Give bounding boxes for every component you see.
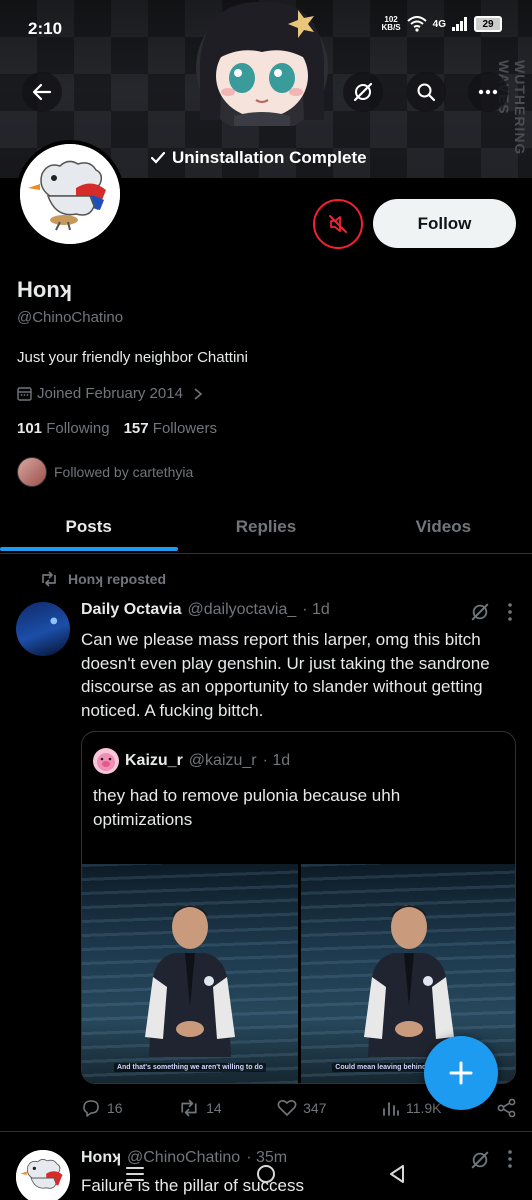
view-count: 11.9K — [405, 1100, 442, 1116]
grok-button[interactable] — [343, 72, 383, 112]
network-type-label: 4G — [432, 18, 446, 30]
post-author-handle[interactable]: @dailyoctavia_ — [188, 601, 297, 619]
speaker-muted-icon — [329, 215, 347, 233]
calendar-icon — [17, 387, 32, 401]
post-tools — [470, 602, 512, 622]
search-button[interactable] — [406, 72, 446, 112]
more-options-button[interactable] — [468, 72, 508, 112]
status-time: 2:10 — [28, 19, 63, 38]
joined-date[interactable]: Joined February 2014 — [17, 385, 204, 402]
battery-indicator: 29 — [474, 16, 502, 32]
more-vertical-icon[interactable] — [508, 603, 512, 621]
back-button[interactable] — [22, 72, 62, 112]
profile-tabs: Posts Replies Videos — [0, 500, 532, 554]
banner-chibi-character — [196, 1, 328, 126]
man-in-jacket-image — [145, 905, 235, 1057]
post-author-avatar[interactable] — [16, 602, 70, 656]
signal-icon — [452, 17, 467, 31]
followers-link[interactable]: 157 Followers — [124, 420, 217, 437]
repost-count: 14 — [206, 1100, 222, 1116]
system-back-button[interactable] — [377, 1154, 417, 1194]
followed-by-text: Followed by carteth​yia — [54, 464, 194, 480]
compose-post-button[interactable] — [424, 1036, 498, 1110]
profile-bio: Just your friendly neighbor Chattini — [17, 349, 248, 366]
heart-icon — [277, 1099, 297, 1116]
tab-videos[interactable]: Videos — [355, 500, 532, 553]
like-button[interactable]: 347 — [277, 1099, 326, 1117]
reply-icon — [83, 1100, 99, 1117]
bar-chart-icon — [383, 1102, 399, 1116]
quote-timestamp: · 1d — [262, 752, 291, 769]
active-tab-indicator — [0, 547, 178, 551]
post-divider — [0, 1131, 532, 1132]
reply-button[interactable]: 16 — [81, 1099, 123, 1117]
check-icon — [150, 151, 166, 164]
following-count: 101 — [17, 420, 43, 437]
tab-replies[interactable]: Replies — [177, 500, 354, 553]
triangle-back-icon — [389, 1165, 404, 1183]
home-circle-icon — [256, 1165, 275, 1183]
following-label: Following — [46, 420, 110, 437]
share-button[interactable] — [497, 1098, 517, 1118]
more-horizontal-icon — [478, 89, 498, 95]
like-count: 347 — [303, 1100, 327, 1116]
reply-count: 16 — [107, 1100, 123, 1116]
toast-notification: Uninstallation Complete — [150, 148, 367, 168]
joined-text: Joined February 2014 — [37, 385, 183, 402]
grok-icon — [353, 82, 373, 102]
profile-display-name: Honʞ — [17, 277, 72, 302]
search-icon — [417, 83, 436, 102]
menu-lines-icon — [126, 1167, 145, 1181]
repost-button[interactable]: 14 — [178, 1099, 222, 1117]
toast-text: Uninstallation Complete — [172, 148, 367, 167]
followers-count: 157 — [123, 420, 149, 437]
quote-author-handle: @kaizu_r — [188, 752, 257, 769]
following-link[interactable]: 101 Following — [17, 420, 110, 437]
home-button[interactable] — [246, 1154, 286, 1194]
profile-handle: @ChinoChatino — [17, 309, 124, 326]
plus-icon — [449, 1061, 473, 1085]
quote-author-avatar — [93, 748, 119, 774]
post-author-name[interactable]: Daily Octavia — [81, 601, 182, 619]
repost-icon — [42, 571, 56, 587]
status-icons: 102 KB/S 4G 29 — [382, 16, 502, 32]
follow-counts: 101 Following 157 Followers — [17, 420, 217, 437]
quote-header: Kaizu_r @kaizu_r · 1d — [93, 748, 290, 774]
post-timestamp: · 1d — [302, 601, 330, 618]
media-image-left[interactable]: And that's something we aren't willing t… — [82, 864, 298, 1083]
post-body-text: Can we please mass report this larper, o… — [81, 630, 490, 720]
profile-avatar[interactable] — [16, 140, 124, 248]
wifi-icon — [406, 16, 427, 32]
pig-avatar-image — [97, 753, 115, 771]
repost-indicator: Honʞ reposted — [40, 571, 166, 587]
follow-button[interactable]: Follow — [373, 199, 516, 248]
share-icon — [497, 1098, 516, 1118]
repost-label: Honʞ reposted — [68, 571, 167, 587]
grok-icon[interactable] — [470, 602, 490, 622]
quote-body-text: they had to remove pulonia because uhh o… — [93, 786, 401, 829]
quoted-post[interactable]: Kaizu_r @kaizu_r · 1d they had to remove… — [81, 731, 516, 1084]
followed-by-row[interactable]: Followed by carteth​yia — [17, 457, 193, 487]
network-speed: 102 KB/S — [381, 15, 401, 32]
arrow-left-icon — [32, 83, 52, 101]
quote-author-name: Kaizu_r — [125, 752, 183, 769]
man-in-jacket-image — [364, 905, 454, 1057]
followers-label: Followers — [152, 420, 217, 437]
goose-avatar-image — [20, 144, 120, 244]
recent-apps-button[interactable] — [115, 1154, 155, 1194]
chevron-right-icon — [194, 387, 203, 400]
video-caption-left: And that's something we aren't willing t… — [82, 1063, 298, 1072]
system-navigation-bar — [0, 1148, 532, 1200]
post-header: Daily Octavia @dailyoctavia_ · 1d — [81, 601, 330, 619]
repost-icon — [181, 1099, 197, 1117]
tab-posts[interactable]: Posts — [0, 500, 177, 553]
unmute-button[interactable] — [313, 199, 363, 249]
follower-avatar — [17, 457, 47, 487]
views-button[interactable]: 11.9K — [382, 1100, 442, 1116]
